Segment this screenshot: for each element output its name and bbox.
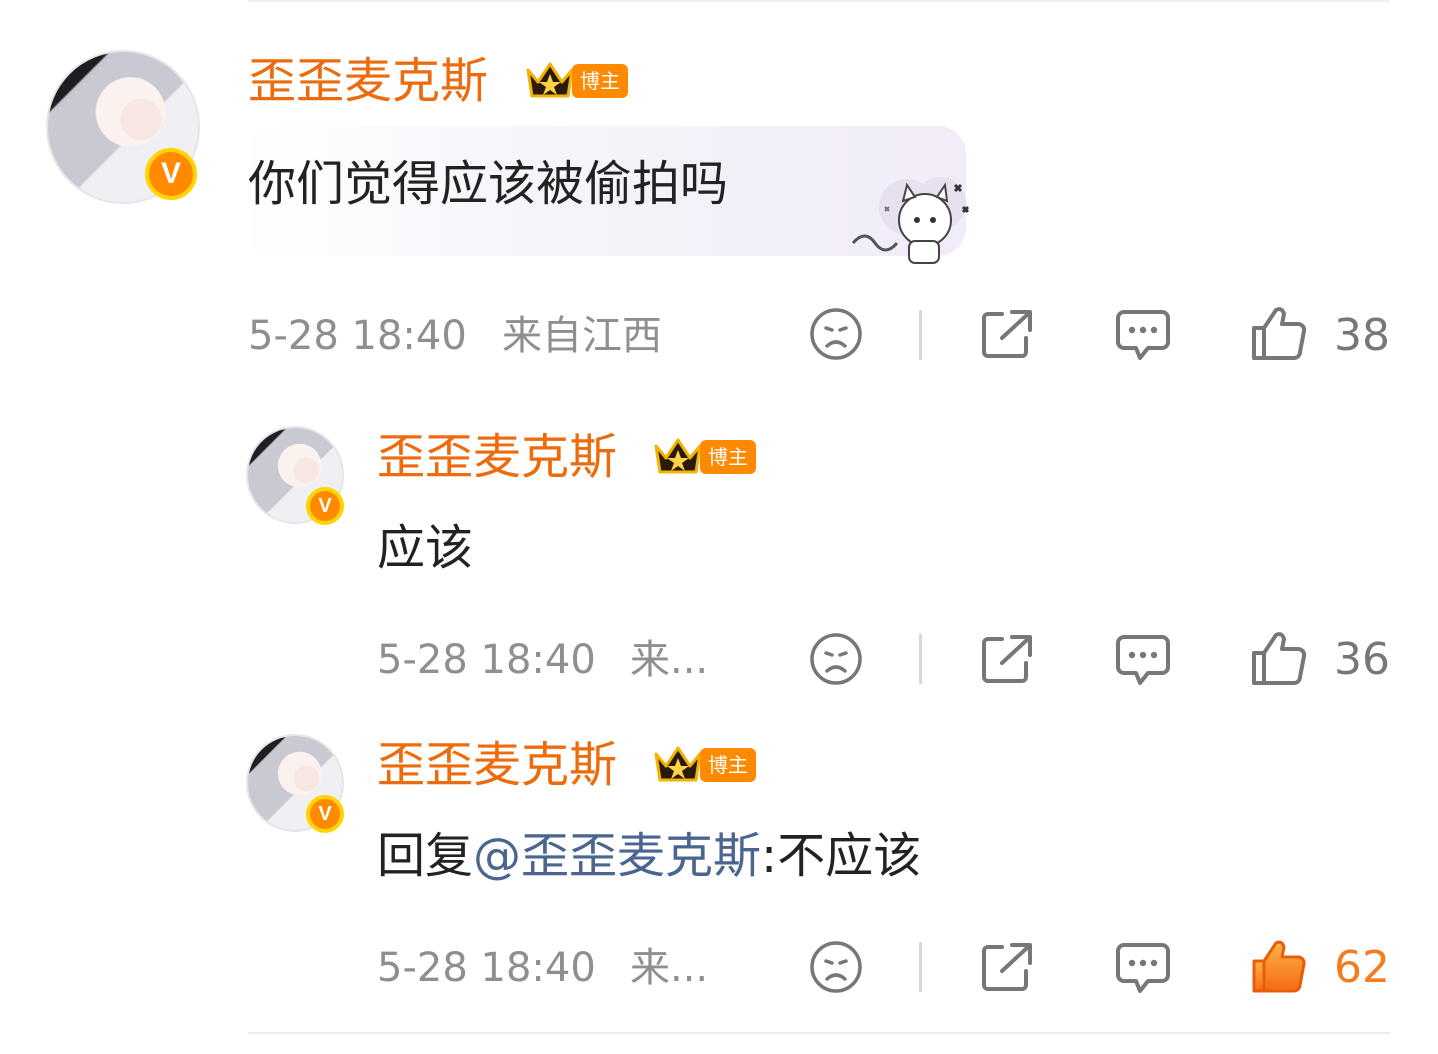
thumbs-up-icon[interactable] [1250,304,1308,362]
comment-time: 5-28 18:40 [377,945,596,991]
crown-icon [654,438,702,474]
bubble-sticker-icon [851,177,970,264]
like-count: 36 [1334,634,1390,685]
share-icon[interactable] [978,306,1036,362]
thumbs-up-icon[interactable] [1250,629,1308,687]
comment-icon[interactable] [1114,631,1172,689]
comment-text: 回复@歪歪麦克斯:不应该 [377,832,921,880]
blogger-tag: 博主 [700,440,756,474]
mention-link[interactable]: @歪歪麦克斯 [473,828,761,884]
verified-v-icon: V [145,148,197,200]
username[interactable]: 歪歪麦克斯 [248,57,488,105]
comment-icon[interactable] [1114,306,1172,364]
username[interactable]: 歪歪麦克斯 [377,741,617,789]
action-divider [919,634,922,684]
sad-face-icon[interactable] [808,939,864,995]
top-divider [248,0,1390,2]
verified-v-icon: V [306,487,344,525]
verified-v-icon: V [306,795,344,833]
comment-location: 来... [630,945,709,991]
share-icon[interactable] [978,939,1036,995]
reply-prefix: 回复 [377,828,474,884]
comment-location: 来... [630,637,709,683]
like-count: 62 [1334,942,1390,993]
crown-icon [526,62,574,98]
comment-icon[interactable] [1114,939,1172,997]
blogger-tag: 博主 [700,748,756,782]
action-divider [919,942,922,992]
sad-face-icon[interactable] [808,631,864,687]
action-divider [919,310,922,360]
comment-time: 5-28 18:40 [377,637,596,683]
sad-face-icon[interactable] [808,306,864,362]
username[interactable]: 歪歪麦克斯 [377,433,617,481]
comment-text: 你们觉得应该被偷拍吗 [248,156,729,212]
thumbs-up-icon[interactable] [1250,937,1308,995]
comment-text: 应该 [377,520,474,576]
crown-icon [654,746,702,782]
bottom-divider [248,1032,1390,1034]
share-icon[interactable] [978,631,1036,687]
comment-location: 来自江西 [502,313,662,359]
reply-body: :不应该 [761,828,922,884]
blogger-tag: 博主 [572,64,628,98]
like-count: 38 [1334,310,1390,361]
comment-time: 5-28 18:40 [248,313,467,359]
